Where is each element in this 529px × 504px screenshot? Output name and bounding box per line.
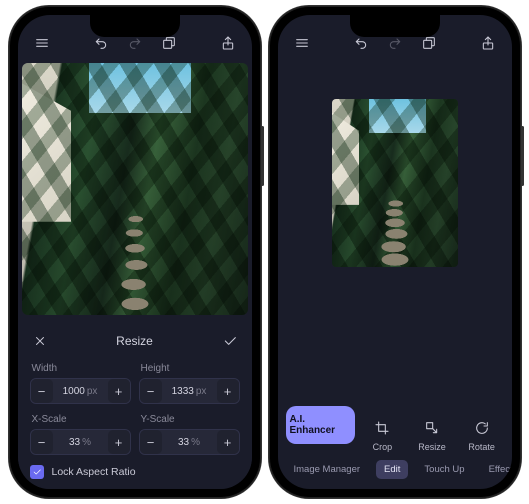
xscale-stepper[interactable]: − 33% + [30,429,131,455]
windows-icon[interactable] [159,33,179,53]
width-decrement[interactable]: − [31,379,53,403]
screen-left: Resize Width − 1000px + Height [18,15,252,489]
ai-enhancer-button[interactable]: A.I. Enhancer [286,406,355,444]
confirm-icon[interactable] [220,331,240,351]
width-increment[interactable]: + [108,379,130,403]
height-value: 1333px [162,386,217,397]
width-stepper[interactable]: − 1000px + [30,378,131,404]
panel-title: Resize [116,334,153,348]
height-increment[interactable]: + [217,379,239,403]
tab-effects[interactable]: Effects [481,460,512,479]
phone-left: Resize Width − 1000px + Height [9,6,261,498]
hamburger-icon[interactable] [32,33,52,53]
xscale-field: X-Scale − 33% + [30,412,131,455]
undo-icon[interactable] [351,33,371,53]
image-canvas[interactable] [22,63,248,315]
bottom-tabs: Image Manager Edit Touch Up Effects Arts… [278,454,512,489]
redo-icon[interactable] [385,33,405,53]
side-button [261,126,264,186]
xscale-decrement[interactable]: − [31,430,53,454]
resize-icon [421,417,443,439]
phone-right: A.I. Enhancer Crop Resize Rotate [269,6,521,498]
edit-tools-row: A.I. Enhancer Crop Resize Rotate [278,402,512,454]
yscale-label: Y-Scale [141,414,240,425]
screen-right: A.I. Enhancer Crop Resize Rotate [278,15,512,489]
width-value: 1000px [53,386,108,397]
resize-panel: Resize Width − 1000px + Height [18,315,252,489]
windows-icon[interactable] [419,33,439,53]
width-field: Width − 1000px + [30,361,131,404]
height-field: Height − 1333px + [139,361,240,404]
tab-edit[interactable]: Edit [376,460,408,479]
tab-touch-up[interactable]: Touch Up [416,460,472,479]
height-decrement[interactable]: − [140,379,162,403]
resize-button[interactable]: Resize [410,417,454,452]
share-icon[interactable] [218,33,238,53]
top-toolbar [278,15,512,59]
height-label: Height [141,363,240,374]
close-icon[interactable] [30,331,50,351]
rotate-button[interactable]: Rotate [460,417,504,452]
height-stepper[interactable]: − 1333px + [139,378,240,404]
xscale-label: X-Scale [32,414,131,425]
width-label: Width [32,363,131,374]
yscale-field: Y-Scale − 33% + [139,412,240,455]
side-button [521,126,524,186]
image-canvas[interactable] [332,99,458,267]
yscale-decrement[interactable]: − [140,430,162,454]
redo-icon[interactable] [125,33,145,53]
canvas-area [278,59,512,402]
crop-button[interactable]: Crop [361,417,405,452]
share-icon[interactable] [478,33,498,53]
lock-aspect-row[interactable]: Lock Aspect Ratio [30,465,240,479]
yscale-increment[interactable]: + [217,430,239,454]
tab-image-manager[interactable]: Image Manager [286,460,369,479]
xscale-value: 33% [53,437,108,448]
yscale-stepper[interactable]: − 33% + [139,429,240,455]
top-toolbar [18,15,252,59]
lock-aspect-label: Lock Aspect Ratio [52,466,136,478]
crop-icon [371,417,393,439]
undo-icon[interactable] [91,33,111,53]
hamburger-icon[interactable] [292,33,312,53]
lock-aspect-checkbox[interactable] [30,465,44,479]
rotate-icon [471,417,493,439]
xscale-increment[interactable]: + [108,430,130,454]
yscale-value: 33% [162,437,217,448]
